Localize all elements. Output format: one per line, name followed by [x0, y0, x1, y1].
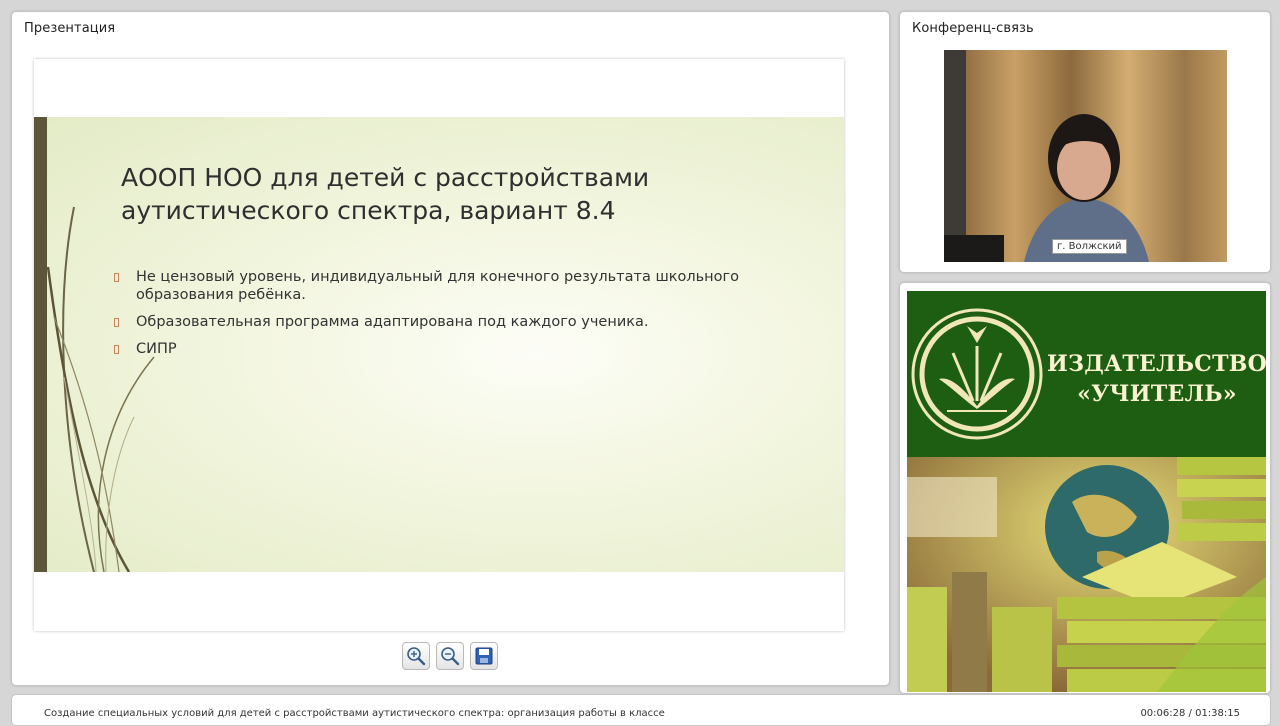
- zoom-in-button[interactable]: [402, 642, 430, 670]
- playback-time: 00:06:28 / 01:38:15: [1140, 708, 1240, 719]
- bullet-icon: [114, 345, 119, 354]
- bullet-text: СИПР: [136, 341, 177, 357]
- webinar-title: Создание специальных условий для детей с…: [44, 708, 665, 719]
- video-frame: [944, 50, 1227, 262]
- list-item: СИПР: [114, 340, 814, 358]
- books-globe-image: [907, 457, 1266, 692]
- list-item: Не цензовый уровень, индивидуальный для …: [114, 268, 814, 304]
- bullet-text: Не цензовый уровень, индивидуальный для …: [136, 269, 739, 303]
- zoom-out-button[interactable]: [436, 642, 464, 670]
- floppy-disk-icon: [475, 647, 493, 665]
- conference-panel-title: Конференц-связь: [912, 21, 1034, 36]
- zoom-in-icon: [407, 647, 426, 666]
- publisher-name-line-1: ИЗДАТЕЛЬСТВО: [1047, 351, 1266, 377]
- slide-content-area: АООП НОО для детей с расстройствами аути…: [34, 117, 844, 572]
- video-location-label: г. Волжский: [1052, 239, 1127, 254]
- publisher-panel: ИЗДАТЕЛЬСТВО «УЧИТЕЛЬ»: [899, 282, 1271, 694]
- bullet-icon: [114, 273, 119, 282]
- slide-heading-line-1: АООП НОО для детей с расстройствами: [121, 163, 650, 192]
- slide-heading: АООП НОО для детей с расстройствами аути…: [121, 161, 801, 227]
- save-button[interactable]: [470, 642, 498, 670]
- list-item: Образовательная программа адаптирована п…: [114, 313, 814, 331]
- presentation-slide: АООП НОО для детей с расстройствами аути…: [34, 59, 844, 631]
- publisher-name-line-2: «УЧИТЕЛЬ»: [1077, 381, 1237, 407]
- zoom-out-icon: [441, 647, 460, 666]
- webcam-video[interactable]: г. Волжский: [944, 50, 1227, 262]
- publisher-logo-icon: [911, 308, 1043, 440]
- status-bar: Создание специальных условий для детей с…: [11, 694, 1271, 726]
- presentation-panel-title: Презентация: [24, 21, 116, 36]
- conference-panel: Конференц-связь г. Волжский: [899, 11, 1271, 273]
- presentation-panel: Презентация АООП НОО для детей с расстро…: [11, 11, 890, 686]
- bullet-icon: [114, 318, 119, 327]
- books-globe-picture: [907, 457, 1266, 692]
- bullet-text: Образовательная программа адаптирована п…: [136, 314, 649, 330]
- slide-bullet-list: Не цензовый уровень, индивидуальный для …: [114, 268, 814, 367]
- publisher-name: ИЗДАТЕЛЬСТВО «УЧИТЕЛЬ»: [1047, 349, 1266, 409]
- publisher-banner: ИЗДАТЕЛЬСТВО «УЧИТЕЛЬ»: [907, 291, 1266, 457]
- slide-heading-line-2: аутистического спектра, вариант 8.4: [121, 196, 616, 225]
